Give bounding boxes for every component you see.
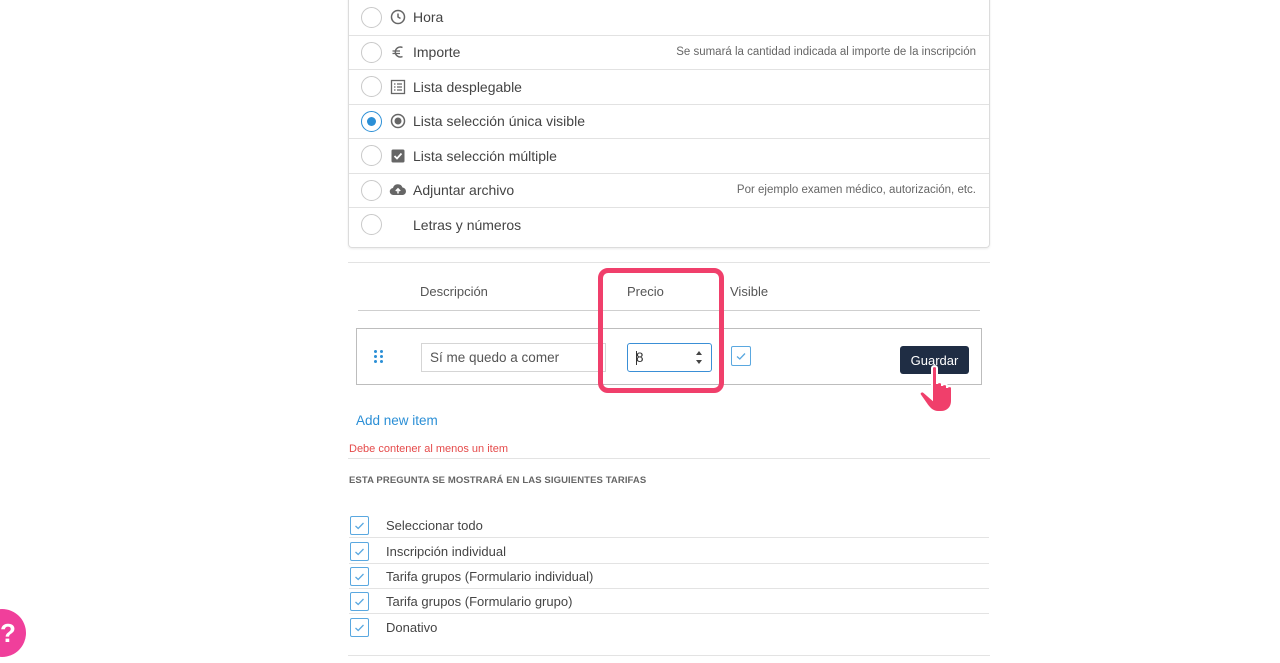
field-type-hint: Por ejemplo examen médico, autorización,… xyxy=(736,184,976,197)
tarifa-row[interactable]: Inscripción individual xyxy=(349,539,989,564)
radio-button[interactable] xyxy=(361,145,382,167)
tarifa-row[interactable]: Donativo xyxy=(349,615,989,640)
checkbox-checked[interactable] xyxy=(350,618,369,637)
radio-button[interactable] xyxy=(361,214,382,236)
description-input[interactable]: Sí me quedo a comer xyxy=(421,343,606,372)
checkbox-checked[interactable] xyxy=(350,567,369,586)
tarifa-row[interactable]: Tarifa grupos (Formulario individual) xyxy=(349,564,989,589)
field-type-option-lista-seleccion-multiple[interactable]: Lista selección múltiple xyxy=(349,138,989,173)
tarifa-label: Inscripción individual xyxy=(386,544,506,559)
radio-button[interactable] xyxy=(361,76,382,98)
clock-icon xyxy=(389,8,407,26)
field-type-label: Lista selección múltiple xyxy=(413,147,557,164)
tarifa-label: Seleccionar todo xyxy=(386,518,483,533)
highlight-box xyxy=(598,268,724,393)
column-header-description: Descripción xyxy=(420,284,488,299)
checkbox-checked[interactable] xyxy=(350,516,369,535)
euro-icon xyxy=(389,43,407,61)
field-type-hint: Se sumará la cantidad indicada al import… xyxy=(676,46,976,59)
checkbox-checked[interactable] xyxy=(350,542,369,561)
radio-button[interactable] xyxy=(361,6,382,28)
tarifa-row-select-all[interactable]: Seleccionar todo xyxy=(349,513,989,538)
field-type-label: Lista selección única visible xyxy=(413,113,585,130)
field-type-option-letras-numeros[interactable]: Letras y números xyxy=(349,207,989,242)
field-type-option-adjuntar-archivo[interactable]: Adjuntar archivo Por ejemplo examen médi… xyxy=(349,172,989,208)
field-type-option-lista-desplegable[interactable]: Lista desplegable xyxy=(349,69,989,104)
add-new-item-link[interactable]: Add new item xyxy=(356,413,438,428)
checkbox-icon xyxy=(389,147,407,165)
visible-checkbox[interactable] xyxy=(731,346,751,366)
list-icon xyxy=(389,78,407,96)
cloud-upload-icon xyxy=(389,181,407,199)
field-type-option-lista-seleccion-unica[interactable]: Lista selección única visible xyxy=(349,103,989,139)
field-type-label: Lista desplegable xyxy=(413,78,522,95)
divider xyxy=(348,655,990,656)
field-type-label: Hora xyxy=(413,9,444,26)
tarifa-label: Tarifa grupos (Formulario grupo) xyxy=(386,594,573,609)
divider xyxy=(348,262,990,263)
tarifa-label: Donativo xyxy=(386,620,438,635)
radio-button-selected[interactable] xyxy=(361,110,382,132)
radio-button[interactable] xyxy=(361,179,382,201)
drag-handle-icon[interactable] xyxy=(374,350,386,364)
field-type-option-hora[interactable]: Hora xyxy=(349,0,989,35)
tarifa-label: Tarifa grupos (Formulario individual) xyxy=(386,569,594,584)
field-type-option-importe[interactable]: Importe Se sumará la cantidad indicada a… xyxy=(349,34,989,70)
divider xyxy=(348,458,990,459)
hand-pointer-icon xyxy=(918,365,953,413)
tarifa-row[interactable]: Tarifa grupos (Formulario grupo) xyxy=(349,589,989,614)
column-header-visible: Visible xyxy=(730,284,769,299)
field-type-label: Letras y números xyxy=(413,216,522,233)
radio-icon xyxy=(389,112,407,130)
checkbox-checked[interactable] xyxy=(350,592,369,611)
error-message: Debe contener al menos un item xyxy=(349,443,508,455)
tarifas-section-title: ESTA PREGUNTA SE MOSTRARÁ EN LAS SIGUIEN… xyxy=(349,475,647,486)
field-type-label: Adjuntar archivo xyxy=(413,182,515,199)
field-type-list: Hora Importe Se sumará la cantidad indic… xyxy=(348,0,990,248)
radio-button[interactable] xyxy=(361,41,382,63)
field-type-label: Importe xyxy=(413,44,461,61)
help-button[interactable]: ? xyxy=(0,609,26,657)
